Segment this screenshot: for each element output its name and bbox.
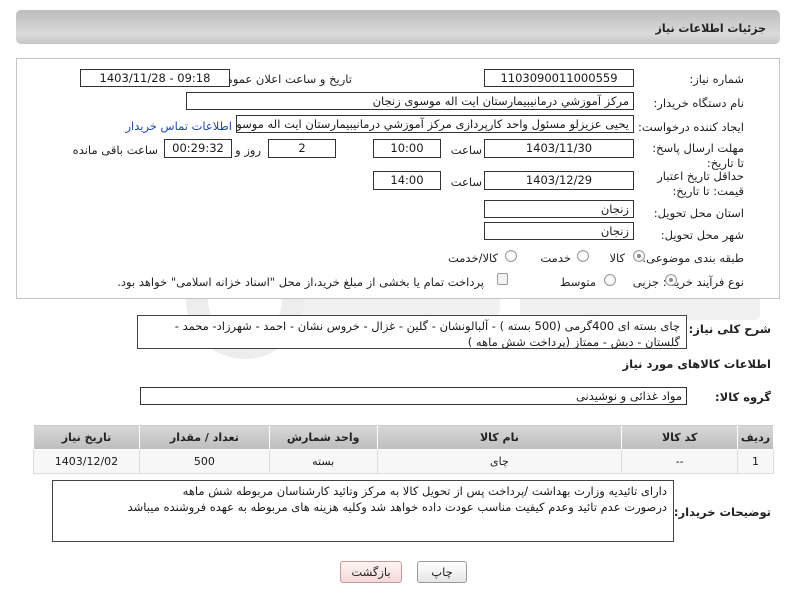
validity-label: حداقل تاریخ اعتبار قیمت: تا تاریخ: [624,169,744,199]
row-date: 1403/12/02 [33,449,140,474]
validity-time-field: 14:00 [373,171,441,190]
announce-field: 1403/11/28 - 09:18 [80,69,230,87]
city-field: زنجان [484,222,634,240]
deadline-date-field: 1403/11/30 [484,139,634,158]
col-index-header: ردیف [737,424,774,450]
category-goods-radio[interactable] [633,250,645,262]
payment-note: پرداخت تمام یا بخشی از مبلغ خرید،از محل … [117,275,484,289]
validity-label-text: حداقل تاریخ اعتبار قیمت: تا تاریخ: [657,169,744,198]
goods-group-label: گروه کالا: [715,390,771,404]
contact-buyer-link[interactable]: اطلاعات تماس خریدار [125,119,232,133]
validity-date-field: 1403/12/29 [484,171,634,190]
row-qty: 500 [138,449,270,474]
creator-field: یحیی عزیزلو مسئول واحد کارپردازی مرکز آم… [236,115,634,133]
row-unit: بسته [268,449,378,474]
process-partial-label: جزیی [632,275,659,289]
creator-label: ایجاد کننده درخواست: [638,120,744,134]
province-label: استان محل تحویل: [653,206,744,220]
buyer-notes-line-2: درصورت عدم تائید وعدم کیفیت مناسب عودت د… [127,500,667,514]
buyer-org-label: نام دستگاه خریدار: [653,96,744,110]
row-index: 1 [737,449,774,474]
col-code-header: کد کالا [621,424,739,450]
deadline-label-text: مهلت ارسال پاسخ: تا تاریخ: [652,141,744,170]
province-field: زنجان [484,200,634,218]
days-field: 2 [268,139,336,158]
process-medium-label: متوسط [559,275,596,289]
buyer-notes-line-1: دارای تائیدیه وزارت بهداشت /پرداخت پس از… [182,484,667,498]
process-partial-radio[interactable] [665,274,677,286]
category-service-label: خدمت [540,251,571,265]
table-row: 1 -- چای بسته 500 1403/12/02 [33,449,774,474]
category-label: طبقه بندی موضوعی: [642,251,744,265]
process-medium-radio[interactable] [604,274,616,286]
description-label: شرح کلی نیاز: [688,322,771,336]
page-title: جزئیات اطلاعات نیاز [655,22,767,35]
treasury-payment-checkbox[interactable] [497,273,508,285]
city-label: شهر محل تحویل: [660,228,744,242]
need-number-label: شماره نیاز: [689,72,744,86]
goods-section-title: اطلاعات کالاهای مورد نیاز [622,357,771,371]
back-button[interactable]: بازگشت [340,561,402,583]
buyer-notes-label: توضیحات خریدار: [673,505,771,519]
deadline-time-field: 10:00 [373,139,441,158]
buyer-notes-textarea: دارای تائیدیه وزارت بهداشت /پرداخت پس از… [52,480,674,542]
category-goods-service-radio[interactable] [505,250,517,262]
row-name: چای [376,449,623,474]
remaining-label: ساعت باقی مانده [72,143,158,157]
col-date-header: تاریخ نیاز [33,424,140,450]
goods-table: ردیف کد کالا نام کالا واحد شمارش تعداد /… [33,424,774,474]
deadline-label: مهلت ارسال پاسخ: تا تاریخ: [644,141,744,171]
need-number-field: 1103090011000559 [484,69,634,87]
category-service-radio[interactable] [577,250,589,262]
remaining-time-field: 00:29:32 [164,139,232,158]
category-goods-label: کالا [609,251,625,265]
description-textarea: چای بسته ای 400گرمی (500 بسته ) - آلبالو… [137,315,687,349]
announce-label: تاریخ و ساعت اعلان عمومی: [213,72,352,86]
goods-group-field: مواد غذائی و نوشیدنی [140,387,687,405]
buyer-org-field: مرکز آموزشي درمانيبيمارستان ايت اله موسو… [186,92,634,110]
page-header: جزئیات اطلاعات نیاز [16,10,780,44]
deadline-time-label: ساعت [450,143,482,157]
category-goods-service-label: کالا/خدمت [447,251,498,265]
days-label: روز و [235,143,261,157]
col-name-header: نام کالا [376,424,623,450]
print-button[interactable]: چاپ [417,561,467,583]
col-qty-header: تعداد / مقدار [138,424,270,450]
row-code: -- [621,449,739,474]
validity-time-label: ساعت [450,175,482,189]
goods-table-header: ردیف کد کالا نام کالا واحد شمارش تعداد /… [33,424,774,450]
col-unit-header: واحد شمارش [268,424,378,450]
